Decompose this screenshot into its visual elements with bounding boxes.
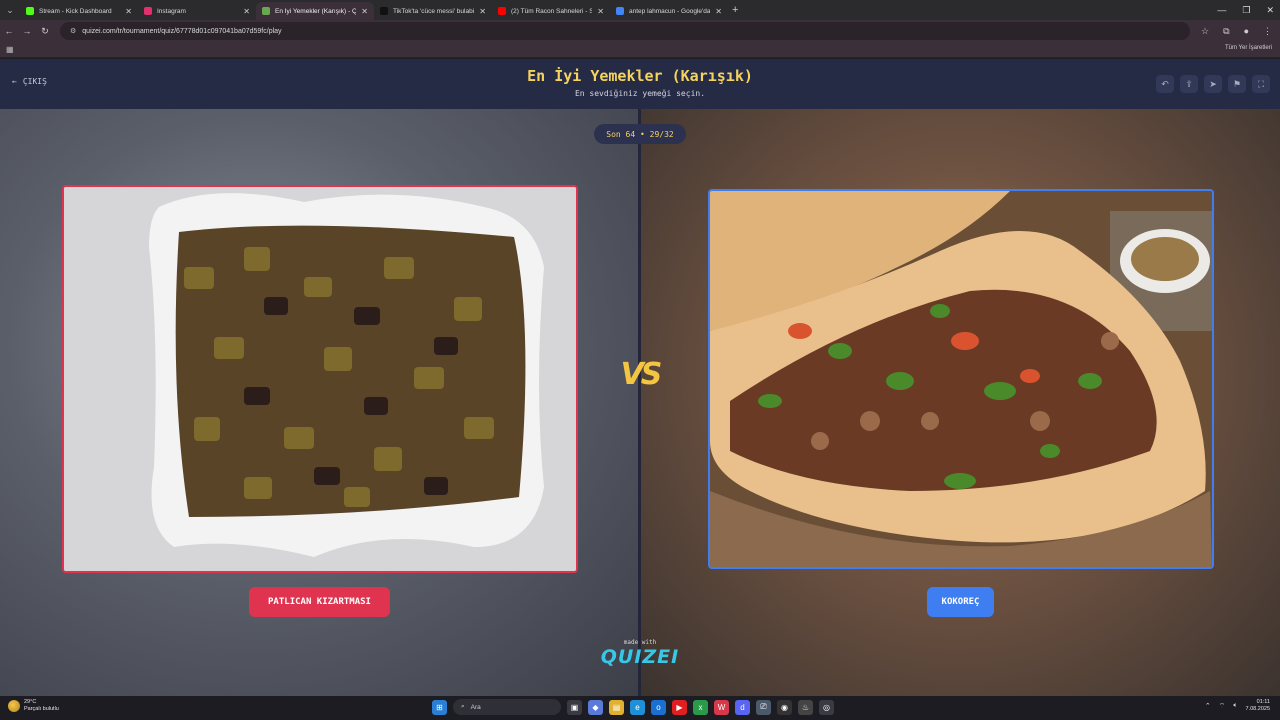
url-text: quizei.com/tr/tournament/quiz/67778d01c0… <box>82 27 282 35</box>
close-tab-icon[interactable]: ✕ <box>479 7 486 16</box>
close-tab-icon[interactable]: ✕ <box>715 7 722 16</box>
task-view-icon[interactable]: ▣ <box>567 699 582 715</box>
close-tab-icon[interactable]: ✕ <box>243 7 250 16</box>
back-icon[interactable]: ← <box>0 26 18 36</box>
center-divider <box>638 109 641 696</box>
fried-eggplant-image <box>64 187 576 571</box>
close-tab-icon[interactable]: ✕ <box>125 7 132 16</box>
system-tray: ⌃ ⌔ 🔈︎ 01:11 7.08.2025 <box>1205 699 1270 713</box>
taskbar: 29°C Parçalı bulutlu ⊞ ⌕ Ara ▣ ◆ ▤ e o ▶… <box>0 696 1280 720</box>
choose-right-button[interactable]: KOKOREÇ <box>927 587 994 617</box>
tab-tiktok[interactable]: TikTok'ta 'cüce messi' bulabilirsin ✕ <box>374 2 492 20</box>
wps-icon[interactable]: W <box>714 699 729 715</box>
partly-cloudy-icon <box>8 700 20 712</box>
browser-toolbar-actions: ☆ ⧉ ● ⋮ <box>1201 20 1272 42</box>
url-field[interactable]: ⚙ quizei.com/tr/tournament/quiz/67778d01… <box>60 22 1190 40</box>
window-controls: — ❐ ✕ <box>1217 0 1274 20</box>
steam-icon[interactable]: ♨ <box>798 699 813 715</box>
weather-text: 29°C Parçalı bulutlu <box>24 699 59 713</box>
quiz-page: ← ÇIKIŞ En İyi Yemekler (Karışık) En sev… <box>0 59 1280 696</box>
weather-temp: 29°C <box>24 699 37 705</box>
network-icon[interactable]: ⌔ <box>1219 702 1226 711</box>
choose-left-button[interactable]: PATLICAN KIZARTMASI <box>249 587 390 617</box>
page-title: En İyi Yemekler (Karışık) <box>527 67 753 85</box>
tray-chevron-icon[interactable]: ⌃ <box>1205 702 1211 710</box>
reload-icon[interactable]: ↻ <box>36 26 54 37</box>
round-indicator: Son 64 • 29/32 <box>594 124 686 144</box>
tab-title: En İyi Yemekler (Karışık) - Quizei <box>275 7 357 15</box>
discord-icon[interactable]: d <box>735 699 750 715</box>
clock-time: 01:11 <box>1256 699 1270 705</box>
volume-icon[interactable]: 🔈︎ <box>1233 702 1237 710</box>
quiz-header: ← ÇIKIŞ En İyi Yemekler (Karışık) En sev… <box>0 59 1280 109</box>
tab-title: TikTok'ta 'cüce messi' bulabilirsin <box>393 7 475 15</box>
page-subtitle: En sevdiğiniz yemeği seçin. <box>574 89 706 98</box>
choice-image-left[interactable] <box>62 185 578 573</box>
extensions-icon[interactable]: ⧉ <box>1223 26 1229 37</box>
search-placeholder: Ara <box>470 703 481 711</box>
bookmarks-bar: ▦ Tüm Yer İşaretleri <box>0 42 1280 58</box>
tab-youtube[interactable]: (2) Tüm Racon Sahneleri - Sons ✕ <box>492 2 610 20</box>
close-tab-icon[interactable]: ✕ <box>597 7 604 16</box>
clock[interactable]: 01:11 7.08.2025 <box>1246 699 1270 713</box>
report-flag-icon[interactable]: ⚑ <box>1228 75 1246 93</box>
outlook-icon[interactable]: o <box>651 699 666 715</box>
tab-title: Instagram <box>157 7 186 15</box>
menu-icon[interactable]: ⋮ <box>1263 26 1272 37</box>
made-with-label: made with <box>623 639 657 646</box>
site-info-icon[interactable]: ⚙ <box>70 27 76 35</box>
tab-title: antep lahmacun - Google'da Ara <box>629 7 711 15</box>
fullscreen-icon[interactable]: ⛶ <box>1252 75 1270 93</box>
chrome-icon[interactable]: ◎ <box>819 699 834 715</box>
quizei-favicon-icon <box>262 7 270 15</box>
tab-title: Stream - Kick Dashboard <box>39 7 112 15</box>
share-icon[interactable]: ⇪ <box>1180 75 1198 93</box>
choice-image-right[interactable] <box>708 189 1214 569</box>
instagram-favicon-icon <box>144 7 152 15</box>
new-tab-icon[interactable]: + <box>732 4 738 16</box>
apps-icon[interactable]: ▦ <box>6 45 14 54</box>
search-icon: ⌕ <box>461 703 465 710</box>
close-window-icon[interactable]: ✕ <box>1266 5 1274 16</box>
youtube-icon[interactable]: ▶ <box>672 699 687 715</box>
tab-kick[interactable]: Stream - Kick Dashboard ✕ <box>20 2 138 20</box>
tiktok-favicon-icon <box>380 7 388 15</box>
profile-icon[interactable]: ● <box>1244 26 1249 36</box>
youtube-favicon-icon <box>498 7 506 15</box>
quizei-logo[interactable]: QUIZEI <box>590 646 690 668</box>
header-tools: ↶ ⇪ ➤ ⚑ ⛶ <box>1156 75 1270 93</box>
maximize-icon[interactable]: ❐ <box>1242 5 1250 16</box>
minimize-icon[interactable]: — <box>1217 5 1226 15</box>
send-icon[interactable]: ➤ <box>1204 75 1222 93</box>
windows-start-icon[interactable]: ⊞ <box>432 699 447 715</box>
tab-google[interactable]: antep lahmacun - Google'da Ara ✕ <box>610 2 728 20</box>
versus-icon: VS <box>620 357 663 392</box>
all-bookmarks-link[interactable]: Tüm Yer İşaretleri <box>1225 45 1272 51</box>
tab-instagram[interactable]: Instagram ✕ <box>138 2 256 20</box>
browser-tab-strip: ⌄ Stream - Kick Dashboard ✕ Instagram ✕ … <box>0 0 1280 20</box>
remote-desktop-icon[interactable]: ⎚ <box>756 699 771 715</box>
tab-title: (2) Tüm Racon Sahneleri - Sons <box>511 7 593 15</box>
edge-icon[interactable]: e <box>630 699 645 715</box>
address-bar-row: ← → ↻ ⚙ quizei.com/tr/tournament/quiz/67… <box>0 20 1280 42</box>
taskbar-apps: ⊞ ⌕ Ara ▣ ◆ ▤ e o ▶ x W d ⎚ ◉ ♨ ◎ <box>432 699 834 715</box>
google-favicon-icon <box>616 7 624 15</box>
copilot-icon[interactable]: ◆ <box>588 699 603 715</box>
kokorec-image <box>710 191 1212 567</box>
kick-favicon-icon <box>26 7 34 15</box>
forward-icon[interactable]: → <box>18 26 36 36</box>
file-explorer-icon[interactable]: ▤ <box>609 699 624 715</box>
tab-search-icon[interactable]: ⌄ <box>0 0 20 20</box>
weather-widget[interactable]: 29°C Parçalı bulutlu <box>8 699 59 713</box>
clock-date: 7.08.2025 <box>1245 706 1270 712</box>
tab-quizei[interactable]: En İyi Yemekler (Karışık) - Quizei ✕ <box>256 2 374 20</box>
close-tab-icon[interactable]: ✕ <box>361 7 368 16</box>
taskbar-search[interactable]: ⌕ Ara <box>453 699 561 715</box>
undo-icon[interactable]: ↶ <box>1156 75 1174 93</box>
bookmark-star-icon[interactable]: ☆ <box>1201 26 1209 37</box>
xbox-icon[interactable]: x <box>693 699 708 715</box>
weather-desc: Parçalı bulutlu <box>24 706 59 712</box>
media-icon[interactable]: ◉ <box>777 699 792 715</box>
